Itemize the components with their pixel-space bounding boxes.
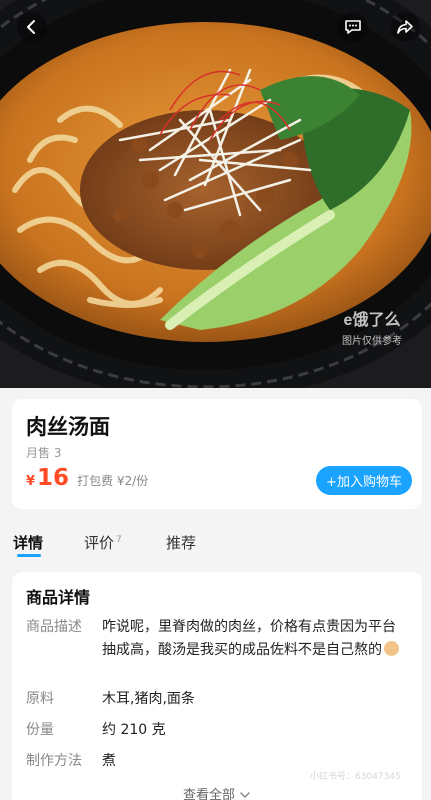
- price-value: 16: [37, 465, 70, 491]
- price-row: ¥ 16 打包费 ¥2/份: [26, 465, 148, 491]
- message-icon: [345, 20, 361, 34]
- packing-fee: 打包费 ¥2/份: [77, 474, 149, 488]
- tab-label: 推荐: [166, 534, 197, 552]
- tab-label: 详情: [13, 534, 44, 552]
- detail-tabs: 详情 评价 7 推荐: [0, 526, 431, 560]
- product-info-card: 肉丝汤面 月售 3 ¥ 16 打包费 ¥2/份 +加入购物车: [12, 399, 422, 509]
- share-button[interactable]: [390, 12, 420, 42]
- currency-symbol: ¥: [26, 474, 36, 489]
- chevron-left-icon: [27, 20, 35, 34]
- tab-details[interactable]: 详情: [13, 532, 43, 553]
- chat-button[interactable]: [338, 12, 368, 42]
- details-title: 商品详情: [26, 588, 91, 607]
- add-to-cart-button[interactable]: +加入购物车: [316, 466, 412, 495]
- active-tab-indicator: [17, 554, 41, 557]
- back-button[interactable]: [17, 12, 47, 42]
- detail-value: 咋说呢，里脊肉做的肉丝，价格有点贵因为平台抽成高，酸汤是我买的成品佐料不是自己熬…: [102, 616, 404, 662]
- detail-value: 约 210 克: [102, 722, 166, 738]
- watermark-caption: 图片仅供参考: [342, 336, 402, 347]
- tab-recommend[interactable]: 推荐: [166, 532, 196, 553]
- product-details-card: 商品详情 商品描述 咋说呢，里脊肉做的肉丝，价格有点贵因为平台抽成高，酸汤是我买…: [12, 572, 422, 800]
- tab-label: 评价: [84, 534, 115, 552]
- platform-watermark: e饿了么 图片仅供参考: [342, 306, 402, 347]
- detail-label: 制作方法: [26, 753, 82, 769]
- face-emoji-icon: [384, 641, 399, 656]
- chevron-down-icon: [240, 792, 250, 799]
- tab-reviews[interactable]: 评价 7: [84, 532, 122, 553]
- detail-label: 原料: [26, 691, 54, 707]
- monthly-sales: 月售 3: [26, 446, 62, 460]
- view-all-button[interactable]: 查看全部: [12, 784, 422, 800]
- detail-label: 商品描述: [26, 619, 82, 635]
- description-text: 咋说呢，里脊肉做的肉丝，价格有点贵因为平台抽成高，酸汤是我买的成品佐料不是自己熬…: [102, 619, 396, 658]
- view-all-label: 查看全部: [182, 788, 235, 800]
- detail-value: 木耳,猪肉,面条: [102, 691, 195, 707]
- review-count: 7: [116, 535, 122, 545]
- watermark-logo: e饿了么: [343, 312, 401, 329]
- product-name: 肉丝汤面: [26, 415, 110, 439]
- share-icon: [397, 20, 413, 34]
- license-watermark: 小红书号：63047345: [310, 772, 401, 782]
- detail-label: 份量: [26, 722, 54, 738]
- product-image[interactable]: e饿了么 图片仅供参考: [0, 0, 431, 388]
